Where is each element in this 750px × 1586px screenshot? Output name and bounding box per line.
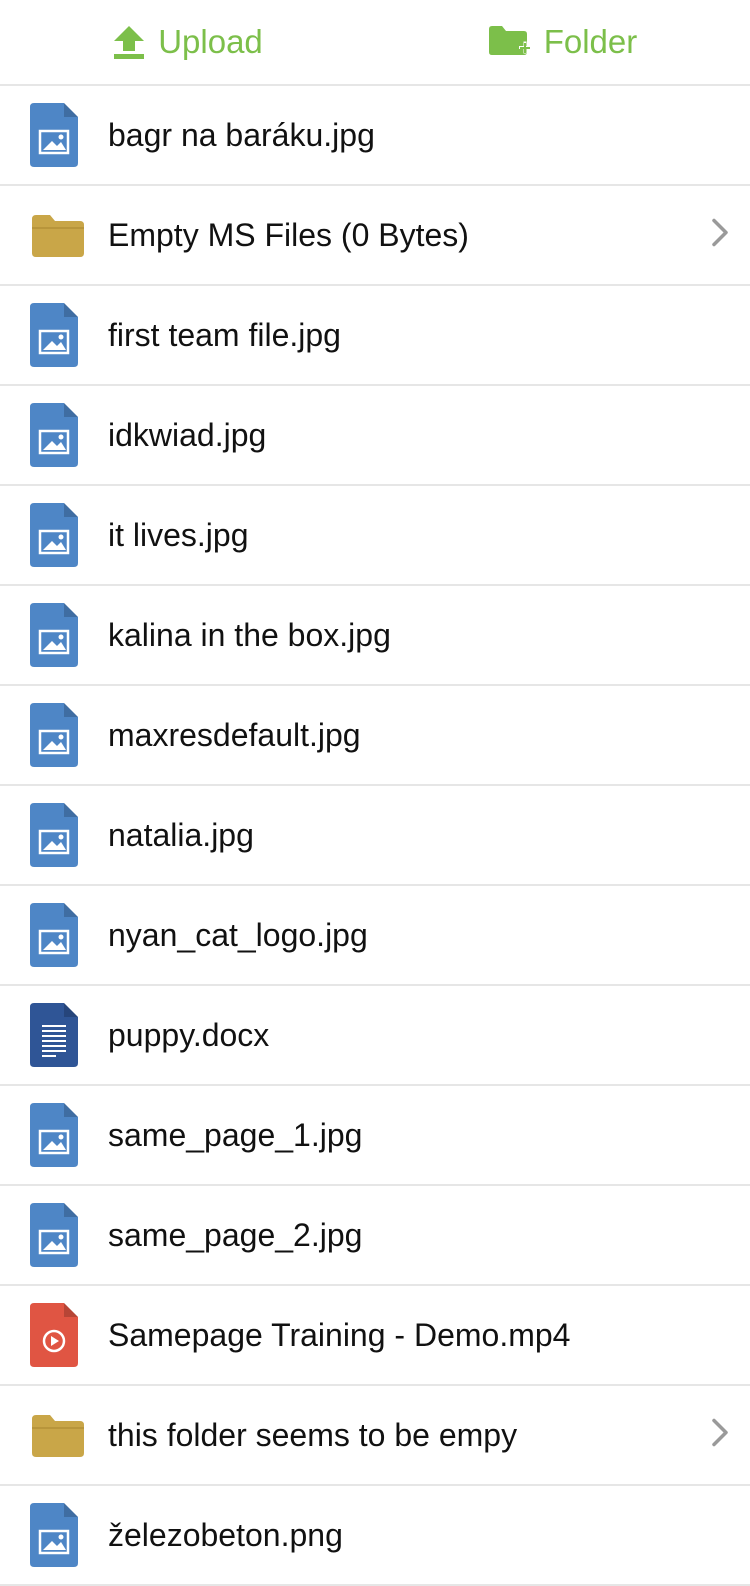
file-row[interactable]: same_page_1.jpg xyxy=(0,1086,750,1186)
image-file-icon xyxy=(0,603,108,667)
image-file-icon xyxy=(0,1103,108,1167)
file-row[interactable]: first team file.jpg xyxy=(0,286,750,386)
item-name: nyan_cat_logo.jpg xyxy=(108,916,368,953)
document-file-icon xyxy=(0,1003,108,1067)
item-name: same_page_2.jpg xyxy=(108,1216,363,1253)
item-name: kalina in the box.jpg xyxy=(108,616,391,653)
chevron-right-icon xyxy=(710,217,730,254)
item-name: it lives.jpg xyxy=(108,516,249,553)
file-row[interactable]: natalia.jpg xyxy=(0,786,750,886)
toolbar: Upload Folder xyxy=(0,0,750,86)
image-file-icon xyxy=(0,1203,108,1267)
item-name: Samepage Training - Demo.mp4 xyxy=(108,1316,571,1353)
file-row[interactable]: Samepage Training - Demo.mp4 xyxy=(0,1286,750,1386)
item-name: bagr na baráku.jpg xyxy=(108,116,375,153)
file-row[interactable]: bagr na baráku.jpg xyxy=(0,86,750,186)
file-row[interactable]: maxresdefault.jpg xyxy=(0,686,750,786)
item-name: železobeton.png xyxy=(108,1516,343,1553)
file-row[interactable]: puppy.docx xyxy=(0,986,750,1086)
upload-button[interactable]: Upload xyxy=(0,0,375,84)
file-row[interactable]: kalina in the box.jpg xyxy=(0,586,750,686)
folder-add-icon xyxy=(488,24,532,60)
chevron-right-icon xyxy=(710,1417,730,1454)
video-file-icon xyxy=(0,1303,108,1367)
item-name: puppy.docx xyxy=(108,1016,270,1053)
image-file-icon xyxy=(0,1503,108,1567)
image-file-icon xyxy=(0,503,108,567)
file-row[interactable]: it lives.jpg xyxy=(0,486,750,586)
image-file-icon xyxy=(0,803,108,867)
item-name: maxresdefault.jpg xyxy=(108,716,361,753)
image-file-icon xyxy=(0,403,108,467)
image-file-icon xyxy=(0,703,108,767)
upload-icon xyxy=(112,24,146,60)
image-file-icon xyxy=(0,103,108,167)
item-name: this folder seems to be empy xyxy=(108,1416,518,1453)
upload-label: Upload xyxy=(158,23,263,60)
file-row[interactable]: idkwiad.jpg xyxy=(0,386,750,486)
item-name: first team file.jpg xyxy=(108,316,341,353)
item-name: same_page_1.jpg xyxy=(108,1116,363,1153)
file-row[interactable]: nyan_cat_logo.jpg xyxy=(0,886,750,986)
folder-icon xyxy=(0,211,108,259)
file-row[interactable]: železobeton.png xyxy=(0,1486,750,1586)
folder-icon xyxy=(0,1411,108,1459)
item-name: Empty MS Files (0 Bytes) xyxy=(108,216,469,253)
file-row[interactable]: same_page_2.jpg xyxy=(0,1186,750,1286)
folder-label: Folder xyxy=(543,23,638,60)
folder-row[interactable]: Empty MS Files (0 Bytes) xyxy=(0,186,750,286)
new-folder-button[interactable]: Folder xyxy=(375,0,750,84)
file-list: bagr na baráku.jpg Empty MS Files (0 Byte… xyxy=(0,86,750,1586)
item-name: natalia.jpg xyxy=(108,816,254,853)
item-name: idkwiad.jpg xyxy=(108,416,267,453)
folder-row[interactable]: this folder seems to be empy xyxy=(0,1386,750,1486)
image-file-icon xyxy=(0,303,108,367)
image-file-icon xyxy=(0,903,108,967)
